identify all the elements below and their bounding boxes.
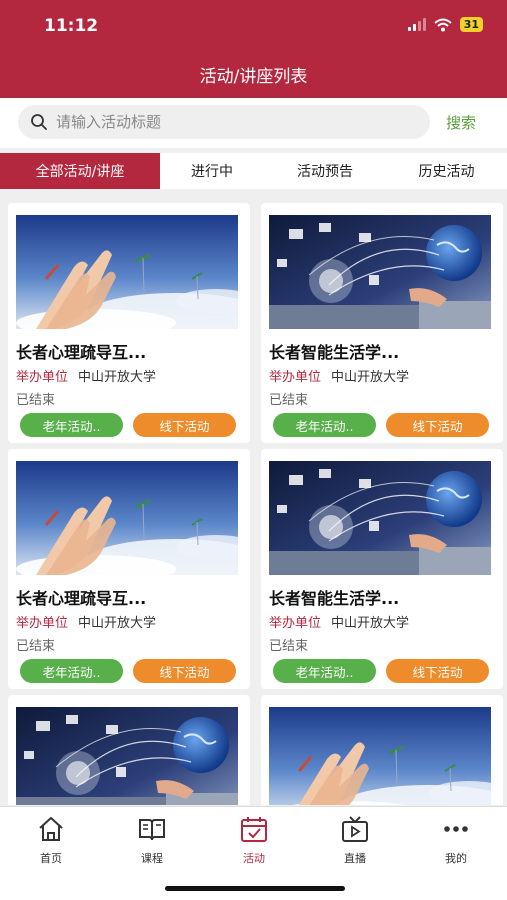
- tabbar-item-courses[interactable]: 课程: [122, 815, 182, 866]
- activity-grid: 长者心理疏导互... 举办单位 中山开放大学 已结束 老年活动.. 线下活动 长者…: [0, 195, 507, 805]
- organizer-value: 中山开放大学: [78, 370, 157, 385]
- organizer-label: 举办单位: [16, 370, 69, 385]
- activity-title: 长者心理疏导互...: [16, 589, 147, 608]
- activity-status: 已结束: [16, 639, 56, 654]
- activity-title: 长者智能生活学...: [269, 343, 400, 362]
- tabbar-label: 活动: [243, 852, 265, 865]
- category-tag: 老年活动..: [273, 413, 376, 437]
- search-button[interactable]: 搜索: [446, 112, 476, 133]
- organizer-row: 举办单位 中山开放大学: [269, 612, 409, 631]
- battery-icon: 31: [459, 17, 483, 32]
- organizer-row: 举办单位 中山开放大学: [16, 366, 156, 385]
- search-icon: [31, 114, 47, 130]
- activity-card[interactable]: 长者智能生活学... 举办单位 中山开放大学 已结束 老年活动.. 线下活动: [261, 449, 503, 689]
- organizer-value: 中山开放大学: [331, 370, 410, 385]
- activity-image-hands: [16, 215, 238, 329]
- type-tag: 线下活动: [133, 659, 236, 683]
- category-tag: 老年活动..: [20, 413, 123, 437]
- tabbar-label: 课程: [141, 852, 163, 865]
- search-input[interactable]: [56, 105, 416, 139]
- tab-ongoing[interactable]: 进行中: [160, 153, 264, 189]
- activity-card[interactable]: 长者心理疏导互... 举办单位 中山开放大学 已结束 老年活动.. 线下活动: [8, 203, 250, 443]
- type-tag: 线下活动: [386, 659, 489, 683]
- activity-status: 已结束: [16, 393, 56, 408]
- more-dots-icon: [444, 826, 468, 832]
- tabbar-label: 我的: [445, 852, 467, 865]
- tabbar-item-home[interactable]: 首页: [21, 815, 81, 866]
- calendar-icon: [241, 817, 267, 842]
- status-indicators: 31: [407, 17, 483, 32]
- organizer-label: 举办单位: [269, 370, 322, 385]
- signal-icon: [407, 18, 426, 31]
- activity-card[interactable]: [8, 695, 250, 805]
- category-tag: 老年活动..: [273, 659, 376, 683]
- activity-image-hands: [269, 707, 491, 805]
- home-indicator: [165, 886, 345, 891]
- tabbar-label: 首页: [40, 852, 62, 865]
- organizer-label: 举办单位: [269, 616, 322, 631]
- type-tag: 线下活动: [133, 413, 236, 437]
- app-header: 11:12 31 活动/讲座列表: [0, 0, 507, 98]
- activity-card[interactable]: 长者智能生活学... 举办单位 中山开放大学 已结束 老年活动.. 线下活动: [261, 203, 503, 443]
- status-time: 11:12: [44, 16, 99, 36]
- activity-status: 已结束: [269, 393, 309, 408]
- organizer-row: 举办单位 中山开放大学: [16, 612, 156, 631]
- category-tabs: 全部活动/讲座 进行中 活动预告 历史活动: [0, 153, 507, 189]
- book-icon: [139, 819, 165, 841]
- organizer-value: 中山开放大学: [331, 616, 410, 631]
- tabbar-item-activities[interactable]: 活动: [224, 815, 284, 866]
- tabbar-label: 直播: [344, 852, 366, 865]
- activity-title: 长者智能生活学...: [269, 589, 400, 608]
- organizer-row: 举办单位 中山开放大学: [269, 366, 409, 385]
- category-tag: 老年活动..: [20, 659, 123, 683]
- page-title: 活动/讲座列表: [199, 67, 308, 87]
- activity-image-network: [269, 461, 491, 575]
- live-tv-icon: [342, 816, 368, 842]
- home-icon: [39, 817, 63, 841]
- wifi-icon: [434, 18, 452, 31]
- activity-image-network: [269, 215, 491, 329]
- activity-title: 长者心理疏导互...: [16, 343, 147, 362]
- type-tag: 线下活动: [386, 413, 489, 437]
- tabbar-item-live[interactable]: 直播: [325, 815, 385, 866]
- tab-upcoming[interactable]: 活动预告: [264, 153, 386, 189]
- organizer-value: 中山开放大学: [78, 616, 157, 631]
- tabbar-item-mine[interactable]: 我的: [426, 815, 486, 866]
- organizer-label: 举办单位: [16, 616, 69, 631]
- search-box[interactable]: [18, 105, 430, 139]
- activity-status: 已结束: [269, 639, 309, 654]
- activity-card[interactable]: 长者心理疏导互... 举办单位 中山开放大学 已结束 老年活动.. 线下活动: [8, 449, 250, 689]
- search-bar: 搜索: [0, 98, 507, 148]
- activity-image-hands: [16, 461, 238, 575]
- tab-history[interactable]: 历史活动: [386, 153, 507, 189]
- activity-card[interactable]: [261, 695, 503, 805]
- activity-image-network: [16, 707, 238, 805]
- tab-all[interactable]: 全部活动/讲座: [0, 153, 160, 189]
